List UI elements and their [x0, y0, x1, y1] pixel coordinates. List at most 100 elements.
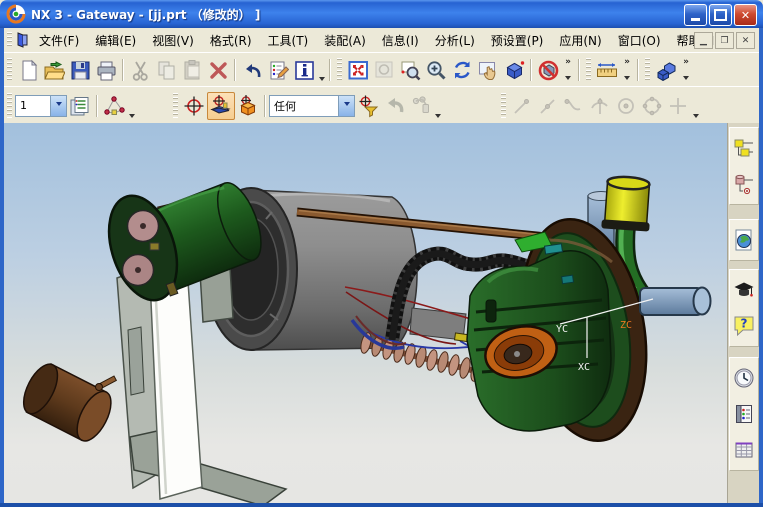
selection-scope-combo[interactable]: 任何	[269, 94, 355, 117]
web-browser-tab[interactable]	[731, 222, 757, 258]
menu-view[interactable]: 视图(V)	[144, 29, 202, 52]
help-tab[interactable]: ?	[731, 308, 757, 344]
cut-button	[127, 57, 153, 83]
notebook-icon	[736, 405, 752, 423]
toolbar-options-dropdown[interactable]	[317, 50, 326, 90]
quadrant-point-snap-button	[639, 93, 665, 119]
toolbar-grip[interactable]	[7, 58, 12, 82]
toolbar-grip[interactable]	[645, 58, 650, 82]
close-button[interactable]: ✕	[734, 4, 757, 26]
assembly-navigator-tab[interactable]	[731, 130, 757, 166]
part-document-icon	[17, 32, 28, 48]
menu-file[interactable]: 文件(F)	[31, 29, 87, 52]
measure-distance-button[interactable]	[594, 57, 620, 83]
wcs-orient-button[interactable]	[235, 93, 261, 119]
layer-combo-value: 1	[20, 99, 27, 112]
menu-format[interactable]: 格式(R)	[202, 29, 260, 52]
back-arrow-button	[381, 93, 407, 119]
delete-button[interactable]	[205, 57, 231, 83]
end-point-snap-button	[509, 93, 535, 119]
application-toolbar-overflow[interactable]: »	[679, 57, 693, 83]
table-tab[interactable]	[731, 432, 757, 468]
zoom-in-out-button[interactable]	[423, 57, 449, 83]
zoom-window-button[interactable]	[397, 57, 423, 83]
selection-toolbar-dropdown[interactable]	[433, 84, 442, 127]
layer-combo-dropdown[interactable]	[50, 95, 66, 116]
mdi-close-button[interactable]: ✕	[736, 32, 755, 49]
help-icon: ?	[734, 316, 754, 337]
layer-combo[interactable]: 1	[15, 94, 67, 117]
point-on-curve-snap-button	[561, 93, 587, 119]
node-network-button[interactable]	[101, 93, 127, 119]
mid-point-snap-button	[535, 93, 561, 119]
menu-assemblies[interactable]: 装配(A)	[316, 29, 374, 52]
tutorials-tab[interactable]	[731, 272, 757, 308]
toolbar-grip[interactable]	[337, 58, 342, 82]
selection-filter-button[interactable]	[355, 93, 381, 119]
notebook-tab[interactable]	[731, 396, 757, 432]
no-selection-button[interactable]	[535, 57, 561, 83]
snap-toolbar-dropdown[interactable]	[691, 84, 700, 127]
menu-preferences[interactable]: 预设置(P)	[483, 29, 552, 52]
part-navigator-tab[interactable]	[731, 166, 757, 202]
window-border	[759, 28, 763, 507]
mdi-restore-button[interactable]: ❐	[715, 32, 734, 49]
application-blocks-button[interactable]	[653, 57, 679, 83]
resource-bar: ?	[727, 123, 760, 503]
toolbar-grip[interactable]	[7, 31, 12, 49]
view-toolbar-overflow[interactable]: »	[561, 57, 575, 83]
shaded-view-button[interactable]	[501, 57, 527, 83]
minimize-button[interactable]	[684, 4, 707, 26]
measure-toolbar-overflow[interactable]: »	[620, 57, 634, 83]
menu-window[interactable]: 窗口(O)	[610, 29, 669, 52]
menu-edit[interactable]: 编辑(E)	[87, 29, 144, 52]
window-border	[0, 28, 4, 507]
utility-toolbar: 1 任何	[4, 86, 759, 125]
layer-settings-button[interactable]	[67, 93, 93, 119]
nx-logo-icon	[6, 4, 26, 24]
new-button[interactable]	[15, 57, 41, 83]
center-point-snap-button	[613, 93, 639, 119]
paste-button	[179, 57, 205, 83]
existing-point-snap-button	[665, 93, 691, 119]
toolbar-grip[interactable]	[501, 92, 506, 119]
wcs-dynamics-button[interactable]	[207, 91, 235, 120]
3d-model-canvas[interactable]: YC XC ZC	[4, 123, 727, 503]
fit-view-button[interactable]	[345, 57, 371, 83]
title-bar[interactable]: NX 3 - Gateway - [jj.prt （修改的） ] ✕	[0, 0, 763, 28]
maximize-button[interactable]	[709, 4, 732, 26]
node-network-dropdown[interactable]	[127, 84, 136, 127]
edit-list-button[interactable]	[265, 57, 291, 83]
wcs-crosshair-button[interactable]	[181, 93, 207, 119]
menu-application[interactable]: 应用(N)	[551, 29, 609, 52]
rotate-view-button[interactable]	[449, 57, 475, 83]
wcs-label-yc: YC	[556, 324, 568, 335]
menu-analysis[interactable]: 分析(L)	[427, 29, 483, 52]
toolbar-grip[interactable]	[586, 58, 591, 82]
print-button[interactable]	[93, 57, 119, 83]
menu-bar: 文件(F) 编辑(E) 视图(V) 格式(R) 工具(T) 装配(A) 信息(I…	[4, 28, 759, 53]
graphics-window[interactable]: YC XC ZC	[4, 123, 727, 503]
part-side-port[interactable]	[639, 286, 712, 316]
information-button[interactable]	[291, 57, 317, 83]
save-button[interactable]	[67, 57, 93, 83]
selection-scope-value: 任何	[274, 99, 296, 113]
part-fuel-filter[interactable]	[17, 359, 118, 446]
history-tab[interactable]	[731, 360, 757, 396]
undo-button[interactable]	[239, 57, 265, 83]
toolbar-grip[interactable]	[7, 92, 12, 119]
selection-scope-dropdown[interactable]	[338, 95, 354, 116]
graduation-cap-icon	[734, 282, 754, 297]
web-browser-icon	[735, 229, 752, 251]
pan-button[interactable]	[475, 57, 501, 83]
mdi-minimize-button[interactable]: ▁	[694, 32, 713, 49]
zoom-to-selection-button	[371, 57, 397, 83]
menu-tools[interactable]: 工具(T)	[260, 29, 317, 52]
menu-information[interactable]: 信息(I)	[374, 29, 427, 52]
window-border	[0, 503, 763, 507]
wcs-label-zc: ZC	[620, 320, 632, 331]
toolbar-grip[interactable]	[173, 92, 178, 119]
assembly-navigator-icon	[734, 139, 753, 157]
part-yellow-cap[interactable]	[601, 175, 653, 232]
open-button[interactable]	[41, 57, 67, 83]
